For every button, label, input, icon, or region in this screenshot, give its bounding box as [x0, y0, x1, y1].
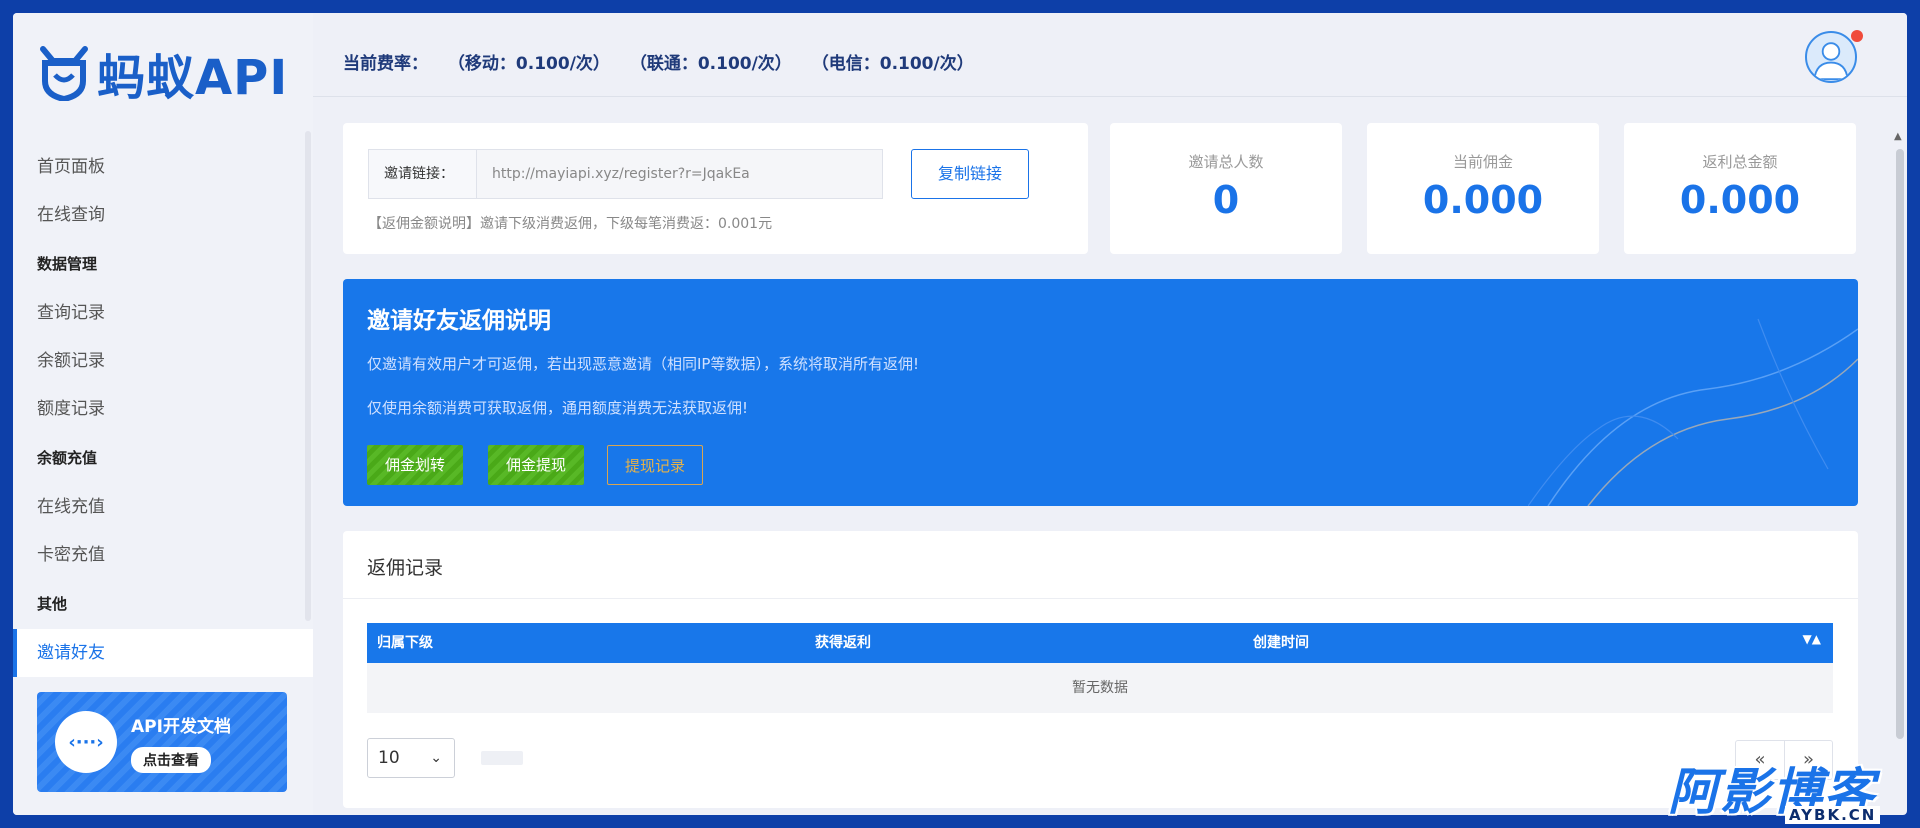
stat-invite-count: 邀请总人数 0 [1110, 123, 1342, 254]
column-header-rebate[interactable]: 获得返利 [815, 623, 871, 663]
records-title: 返佣记录 [367, 557, 444, 579]
divider [343, 598, 1858, 599]
api-docs-card[interactable]: ‹···› API开发文档 点击查看 [37, 692, 287, 792]
stat-current-commission: 当前佣金 0.000 [1367, 123, 1599, 254]
table-header: 归属下级 获得返利 创建时间 ▼▲ [367, 623, 1833, 663]
sidebar-item[interactable]: 首页面板 [13, 143, 313, 191]
top-header: 当前费率： （移动：0.100/次） （联通：0.100/次） （电信：0.10… [313, 13, 1907, 97]
watermark-logo: 阿影博客 AYBK.CN [1660, 752, 1920, 828]
stat-value: 0.000 [1679, 178, 1801, 222]
rate-telecom: （电信：0.100/次） [811, 54, 974, 74]
page-info [481, 751, 523, 765]
wave-decoration [1528, 318, 1858, 506]
sidebar-group-label: 数据管理 [37, 255, 98, 273]
commission-note: 【返佣金额说明】邀请下级消费返佣，下级每笔消费返：0.001元 [368, 216, 773, 232]
chevron-down-icon: ⌄ [430, 750, 442, 766]
invite-link-input[interactable] [476, 149, 883, 199]
user-avatar-icon[interactable] [1805, 31, 1857, 83]
ant-logo-icon [40, 46, 88, 101]
invite-link-label: 邀请链接： [368, 149, 476, 199]
sidebar-item[interactable]: 在线查询 [13, 191, 313, 239]
sidebar-group-label: 余额充值 [37, 449, 98, 467]
app-frame: 蚂蚁API 首页面板 在线查询数据管理查询记录 余额记录 额度记录余额充值在线充值 卡密… [13, 13, 1907, 815]
sidebar-item[interactable]: 余额记录 [13, 337, 313, 385]
sidebar-item[interactable]: 在线充值 [13, 483, 313, 531]
stat-total-rebate: 返利总金额 0.000 [1624, 123, 1856, 254]
commission-withdraw-button[interactable]: 佣金提现 [488, 445, 584, 485]
copy-link-button[interactable]: 复制链接 [911, 149, 1029, 199]
notification-dot [1851, 30, 1863, 42]
page-size-value: 10 [378, 748, 400, 768]
banner-rule-2: 仅使用余额消费可获取返佣，通用额度消费无法获取返佣! [367, 399, 749, 417]
sidebar-item[interactable]: 邀请好友 [13, 629, 313, 677]
page-scrollbar[interactable]: ▲ [1893, 131, 1907, 815]
banner-rule-1: 仅邀请有效用户才可返佣，若出现恶意邀请（相同IP等数据），系统将取消所有返佣! [367, 355, 919, 373]
rate-unicom: （联通：0.100/次） [629, 54, 792, 74]
watermark-domain: AYBK.CN [1785, 806, 1881, 824]
rate-mobile: （移动：0.100/次） [447, 54, 610, 74]
rate-label: 当前费率： [343, 54, 428, 74]
stat-value: 0.000 [1422, 178, 1544, 222]
withdraw-records-button[interactable]: 提现记录 [607, 445, 703, 485]
sidebar-group-label: 其他 [37, 595, 68, 613]
sidebar: 蚂蚁API 首页面板 在线查询数据管理查询记录 余额记录 额度记录余额充值在线充值 卡密… [13, 13, 313, 815]
stat-label: 邀请总人数 [1188, 153, 1264, 171]
commission-transfer-button[interactable]: 佣金划转 [367, 445, 463, 485]
scroll-up-icon[interactable]: ▲ [1894, 131, 1902, 142]
view-docs-button[interactable]: 点击查看 [131, 746, 211, 773]
banner-title: 邀请好友返佣说明 [367, 308, 551, 334]
rate-info: 当前费率： （移动：0.100/次） （联通：0.100/次） （电信：0.10… [343, 49, 988, 74]
sidebar-item[interactable]: 查询记录 [13, 289, 313, 337]
column-header-created[interactable]: 创建时间 [1253, 623, 1309, 663]
code-icon: ‹···› [55, 711, 117, 773]
column-header-subordinate[interactable]: 归属下级 [377, 623, 433, 663]
sidebar-item[interactable]: 额度记录 [13, 385, 313, 433]
rebate-info-banner: 邀请好友返佣说明 仅邀请有效用户才可返佣，若出现恶意邀请（相同IP等数据），系统… [343, 279, 1858, 506]
sort-icon[interactable]: ▼▲ [1803, 633, 1821, 645]
brand-logo[interactable]: 蚂蚁API [37, 43, 288, 106]
brand-name: 蚂蚁API [97, 50, 289, 106]
scroll-thumb[interactable] [1896, 149, 1904, 739]
sidebar-scrollbar[interactable] [305, 131, 311, 621]
stat-label: 返利总金额 [1702, 153, 1778, 171]
rebate-records-card: 返佣记录 归属下级 获得返利 创建时间 ▼▲ 暂无数据 10 ⌄ « » [343, 531, 1858, 808]
stat-label: 当前佣金 [1452, 153, 1513, 171]
api-docs-title: API开发文档 [131, 716, 231, 737]
sidebar-nav: 首页面板 在线查询数据管理查询记录 余额记录 额度记录余额充值在线充值 卡密充值其他邀请… [13, 143, 313, 677]
stat-value: 0 [1212, 178, 1240, 222]
empty-row: 暂无数据 [367, 663, 1833, 713]
page-size-select[interactable]: 10 ⌄ [367, 738, 455, 778]
invite-link-card: 邀请链接： 复制链接 【返佣金额说明】邀请下级消费返佣，下级每笔消费返：0.00… [343, 123, 1088, 254]
sidebar-item[interactable]: 卡密充值 [13, 531, 313, 579]
